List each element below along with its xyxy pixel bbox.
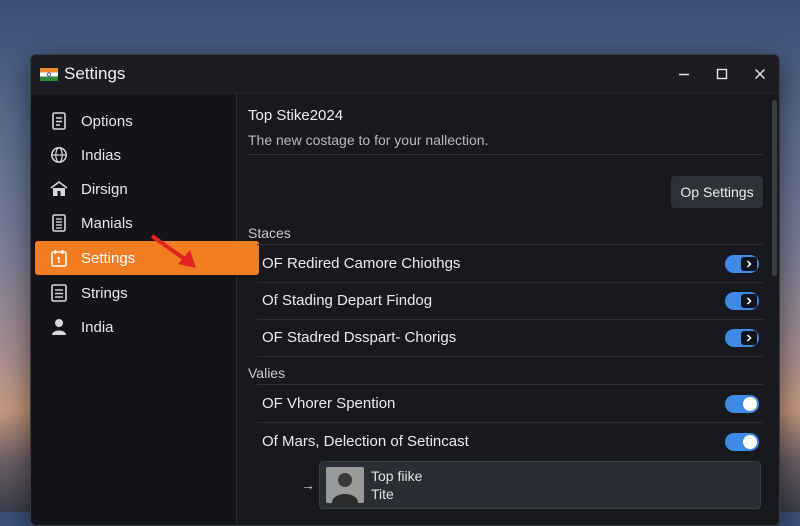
book-icon (49, 213, 69, 233)
settings-row[interactable]: Of Stading Depart Findog (257, 282, 763, 320)
divider (248, 154, 763, 155)
card-title: Top fiike (371, 468, 423, 484)
sidebar-item-label: India (81, 318, 114, 336)
settings-row[interactable]: Of Mars, Delection of Setincast (257, 423, 763, 460)
india-flag-icon (40, 67, 58, 81)
row-label: OF Redired Camore Chiothgs (262, 255, 461, 272)
sidebar-item-options[interactable]: Options (35, 104, 259, 138)
document-icon (49, 111, 69, 131)
scrollbar[interactable] (772, 100, 777, 276)
close-button[interactable] (741, 55, 779, 93)
sidebar-item-manials[interactable]: Manials (35, 206, 259, 240)
toggle-switch[interactable] (725, 432, 759, 451)
settings-row[interactable]: OF Vhorer Spention (257, 385, 763, 423)
toggle-switch[interactable] (725, 328, 759, 347)
toggle-switch[interactable] (725, 291, 759, 310)
sidebar-item-settings[interactable]: Settings (35, 241, 259, 275)
chevron-right-icon (741, 330, 757, 345)
row-label: Of Mars, Delection of Setincast (262, 433, 469, 450)
chevron-right-icon (741, 293, 757, 308)
row-label: Of Stading Depart Findog (262, 292, 433, 309)
sidebar-item-dirsign[interactable]: Dirsign (35, 172, 259, 206)
home-icon (49, 179, 69, 199)
sidebar-item-label: Settings (81, 249, 136, 267)
toggle-knob (743, 434, 757, 449)
sidebar-item-indias[interactable]: Indias (35, 138, 259, 172)
sidebar-item-label: Strings (81, 284, 128, 302)
sidebar-item-strings[interactable]: Strings (35, 276, 259, 310)
list-icon (49, 283, 69, 303)
sidebar: Options Indias Dirsign Manials Settings (31, 94, 259, 525)
close-icon (755, 69, 765, 79)
red-arrow-icon (150, 234, 196, 268)
page-subtitle: The new costage to for your nallection. (248, 132, 489, 148)
sidebar-item-label: Indias (81, 146, 122, 164)
toggle-switch[interactable] (725, 254, 759, 273)
maximize-icon (716, 68, 728, 80)
op-settings-button[interactable]: Op Settings (671, 176, 763, 208)
row-label: OF Vhorer Spention (262, 395, 396, 412)
sidebar-item-india[interactable]: India (35, 310, 259, 344)
chevron-right-icon (741, 256, 757, 271)
minimize-icon (679, 73, 689, 76)
maximize-button[interactable] (703, 55, 741, 93)
row-label: OF Stadred Dsspart- Chorigs (262, 329, 457, 346)
arrow-right-icon: → (301, 477, 315, 493)
user-icon (49, 317, 69, 337)
title-bar: Settings (31, 55, 779, 94)
sidebar-item-label: Manials (81, 214, 133, 232)
file-card[interactable]: Top fiike Tite (319, 461, 761, 509)
window-title: Settings (64, 64, 126, 83)
minimize-button[interactable] (665, 55, 703, 93)
section-label-staces: Staces (248, 225, 291, 241)
calendar-icon (49, 248, 69, 268)
sidebar-item-label: Options (81, 112, 133, 130)
settings-row[interactable]: OF Stadred Dsspart- Chorigs (257, 319, 763, 357)
settings-window: Settings Options Indias Dirsign Manials … (30, 54, 780, 526)
main-panel: Top Stike2024 The new costage to for you… (237, 94, 779, 525)
sidebar-item-label: Dirsign (81, 180, 128, 198)
toggle-switch[interactable] (725, 394, 759, 413)
toggle-knob (743, 396, 757, 411)
globe-icon (49, 145, 69, 165)
card-subtitle: Tite (371, 486, 394, 502)
thumbnail-image (326, 467, 364, 503)
section-label-valies: Valies (248, 365, 286, 381)
settings-row[interactable]: OF Redired Camore Chiothgs (257, 245, 763, 283)
page-title: Top Stike2024 (248, 107, 344, 124)
